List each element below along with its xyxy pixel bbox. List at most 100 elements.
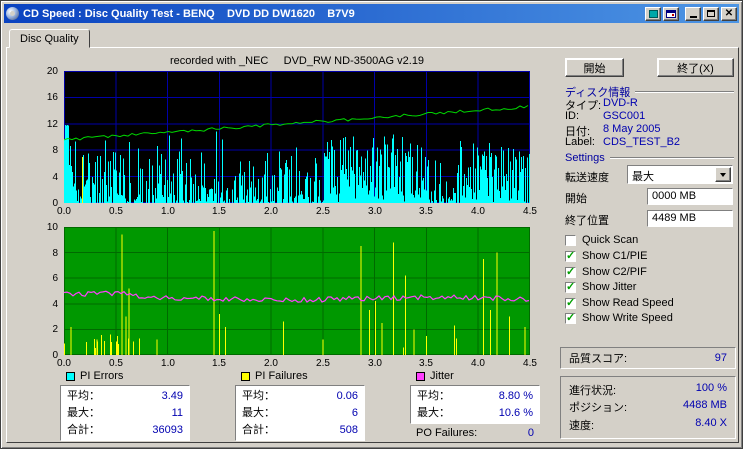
- checkbox-box: [565, 234, 576, 246]
- checkbox-box: [565, 296, 576, 309]
- checkbox-label: Show Jitter: [582, 281, 637, 293]
- avg-label: 平均：: [67, 390, 100, 402]
- max-label: 最大：: [67, 407, 100, 419]
- jitter-swatch: [416, 371, 425, 381]
- pi-failures-label: PI Failures: [255, 370, 308, 382]
- stat-row: 最大： 6: [242, 405, 358, 422]
- x-tick-label: 2.0: [264, 206, 278, 217]
- stat-row: 平均： 0.06: [242, 388, 358, 405]
- pi-errors-chart: [64, 71, 530, 203]
- quality-score-label: 品質スコア:: [569, 353, 628, 365]
- maximize-icon: [707, 10, 715, 17]
- x-tick-label: 0.0: [57, 358, 71, 369]
- position-value: 4488 MB: [682, 399, 727, 412]
- pi-errors-legend: PI Errors: [66, 370, 123, 382]
- po-failures-label: PO Failures:: [416, 427, 478, 439]
- stat-row: 平均： 8.80 %: [417, 388, 533, 405]
- speed-label: 速度:: [569, 420, 595, 433]
- x-tick-label: 1.5: [212, 206, 226, 217]
- x-tick-label: 3.5: [419, 358, 433, 369]
- quality-score-value: 97: [714, 352, 727, 364]
- progress-value: 100 %: [695, 381, 727, 394]
- stat-row: 平均： 3.49: [67, 388, 183, 405]
- maximize-button[interactable]: [703, 6, 719, 21]
- max-value: 6: [351, 407, 358, 419]
- y-tick-label: 16: [46, 92, 58, 103]
- x-tick-label: 3.0: [368, 206, 382, 217]
- checkbox-quick-scan[interactable]: Quick Scan: [565, 234, 638, 246]
- progress-row: 進行状況: 100 %: [569, 382, 727, 398]
- tab-disc-quality[interactable]: Disc Quality: [9, 29, 90, 48]
- checkbox-show-c2-pif[interactable]: Show C2/PIF: [565, 265, 647, 278]
- position-label: ポジション:: [569, 402, 628, 415]
- disc-id-row: ID: GSC001: [565, 110, 734, 122]
- start-button[interactable]: 開始: [565, 58, 624, 77]
- position-row: ポジション: 4488 MB: [569, 399, 727, 415]
- pi-failures-stats-box: 平均： 0.06 最大： 6 合計： 508: [235, 385, 365, 441]
- max-label: 最大：: [242, 407, 275, 419]
- chevron-down-icon: [720, 172, 726, 177]
- minimize-button[interactable]: [685, 6, 701, 21]
- y-tick-label: 6: [52, 273, 58, 284]
- end-position-label: 終了位置: [565, 215, 609, 227]
- separator-line: [609, 157, 734, 159]
- checkbox-label: Quick Scan: [582, 234, 639, 246]
- checkbox-show-jitter[interactable]: Show Jitter: [565, 280, 637, 293]
- jitter-label: Jitter: [430, 370, 454, 382]
- avg-value: 0.06: [336, 390, 358, 402]
- pi-failures-jitter-chart: [64, 227, 530, 355]
- po-failures-row: PO Failures: 0: [410, 427, 540, 439]
- settings-title: Settings: [565, 152, 605, 164]
- checkbox-show-c1-pie[interactable]: Show C1/PIE: [565, 249, 647, 262]
- max-value: 11: [171, 407, 183, 419]
- x-tick-label: 2.5: [316, 358, 330, 369]
- chart2-x-axis: 0.0 0.5 1.0 1.5 2.0 2.5 3.0 3.5 4.0 4.5: [57, 358, 537, 370]
- x-tick-label: 1.0: [161, 206, 175, 217]
- y-tick-label: 4: [52, 299, 58, 310]
- transfer-speed-select[interactable]: 最大: [627, 165, 733, 184]
- titlebar-buttons: ✕: [643, 6, 737, 21]
- titlebar[interactable]: CD Speed : Disc Quality Test - BENQ DVD …: [4, 4, 739, 23]
- checkbox-label: Show C2/PIF: [582, 266, 647, 278]
- window-title: CD Speed : Disc Quality Test - BENQ DVD …: [23, 7, 355, 20]
- start-position-field[interactable]: 0000 MB: [647, 188, 733, 205]
- dropdown-button[interactable]: [715, 167, 731, 182]
- total-label: 合計：: [67, 424, 100, 436]
- x-tick-label: 4.5: [523, 206, 537, 217]
- checkbox-show-read-speed[interactable]: Show Read Speed: [565, 296, 674, 309]
- exit-button[interactable]: 終了(X): [657, 58, 734, 77]
- y-tick-label: 12: [46, 119, 58, 130]
- end-position-field[interactable]: 4489 MB: [647, 210, 733, 227]
- y-tick-label: 4: [52, 172, 58, 183]
- transfer-speed-label: 転送速度: [565, 172, 609, 184]
- transfer-speed-value: 最大: [632, 171, 654, 183]
- titlebar-extra-button-1[interactable]: [645, 6, 661, 21]
- total-value: 508: [339, 424, 358, 436]
- pi-failures-swatch: [241, 371, 250, 381]
- avg-label: 平均：: [417, 390, 450, 402]
- checkbox-box: [565, 311, 576, 324]
- app-window: CD Speed : Disc Quality Test - BENQ DVD …: [0, 0, 743, 449]
- x-tick-label: 2.0: [264, 358, 278, 369]
- recorded-with-label: recorded with _NEC DVD_RW ND-3500AG v2.1…: [169, 55, 425, 67]
- x-tick-label: 3.0: [368, 358, 382, 369]
- x-tick-label: 0.5: [109, 358, 123, 369]
- minimize-icon: [689, 16, 697, 18]
- speed-row: 速度: 8.40 X: [569, 417, 727, 433]
- checkbox-show-write-speed[interactable]: Show Write Speed: [565, 311, 673, 324]
- y-tick-label: 8: [52, 145, 58, 156]
- checkbox-label: Show Write Speed: [582, 312, 673, 324]
- stat-row: 最大： 10.6 %: [417, 405, 533, 422]
- avg-value: 8.80 %: [498, 390, 533, 402]
- settings-header: Settings: [565, 152, 734, 164]
- close-button[interactable]: ✕: [721, 6, 737, 21]
- speed-value: 8.40 X: [695, 417, 727, 430]
- app-icon: [6, 7, 19, 20]
- titlebar-extra-button-2[interactable]: [663, 6, 679, 21]
- y-tick-label: 2: [52, 324, 58, 335]
- stat-row: 合計： 36093: [67, 422, 183, 439]
- x-tick-label: 1.0: [161, 358, 175, 369]
- disc-label-value: CDS_TEST_B2: [603, 136, 681, 148]
- quality-score-panel: 品質スコア: 97: [560, 347, 736, 369]
- x-tick-label: 4.0: [471, 358, 485, 369]
